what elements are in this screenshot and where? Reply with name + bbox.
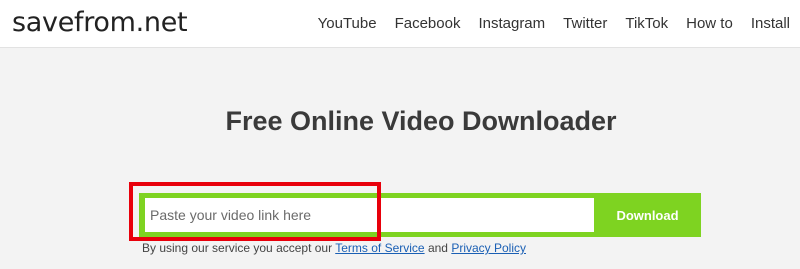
- video-url-input[interactable]: [145, 198, 594, 232]
- download-form: Download: [139, 193, 701, 237]
- terms-notice: By using our service you accept our Term…: [142, 240, 526, 256]
- terms-prefix: By using our service you accept our: [142, 241, 333, 255]
- download-button[interactable]: Download: [594, 193, 701, 237]
- privacy-policy-link[interactable]: Privacy Policy: [451, 241, 526, 255]
- nav-item-tiktok[interactable]: TikTok: [616, 0, 677, 48]
- nav-item-facebook[interactable]: Facebook: [386, 0, 470, 48]
- terms-of-service-link[interactable]: Terms of Service: [335, 241, 424, 255]
- nav-item-install[interactable]: Install: [742, 0, 790, 48]
- nav-item-twitter[interactable]: Twitter: [554, 0, 616, 48]
- site-header: savefrom.net YouTube Facebook Instagram …: [0, 0, 800, 48]
- terms-conjunction: and: [427, 241, 448, 255]
- main-nav: YouTube Facebook Instagram Twitter TikTo…: [309, 0, 790, 48]
- nav-item-instagram[interactable]: Instagram: [469, 0, 554, 48]
- nav-item-youtube[interactable]: YouTube: [309, 0, 386, 48]
- page-title: Free Online Video Downloader: [225, 106, 617, 136]
- nav-item-how-to[interactable]: How to: [677, 0, 742, 48]
- site-logo[interactable]: savefrom.net: [12, 4, 188, 42]
